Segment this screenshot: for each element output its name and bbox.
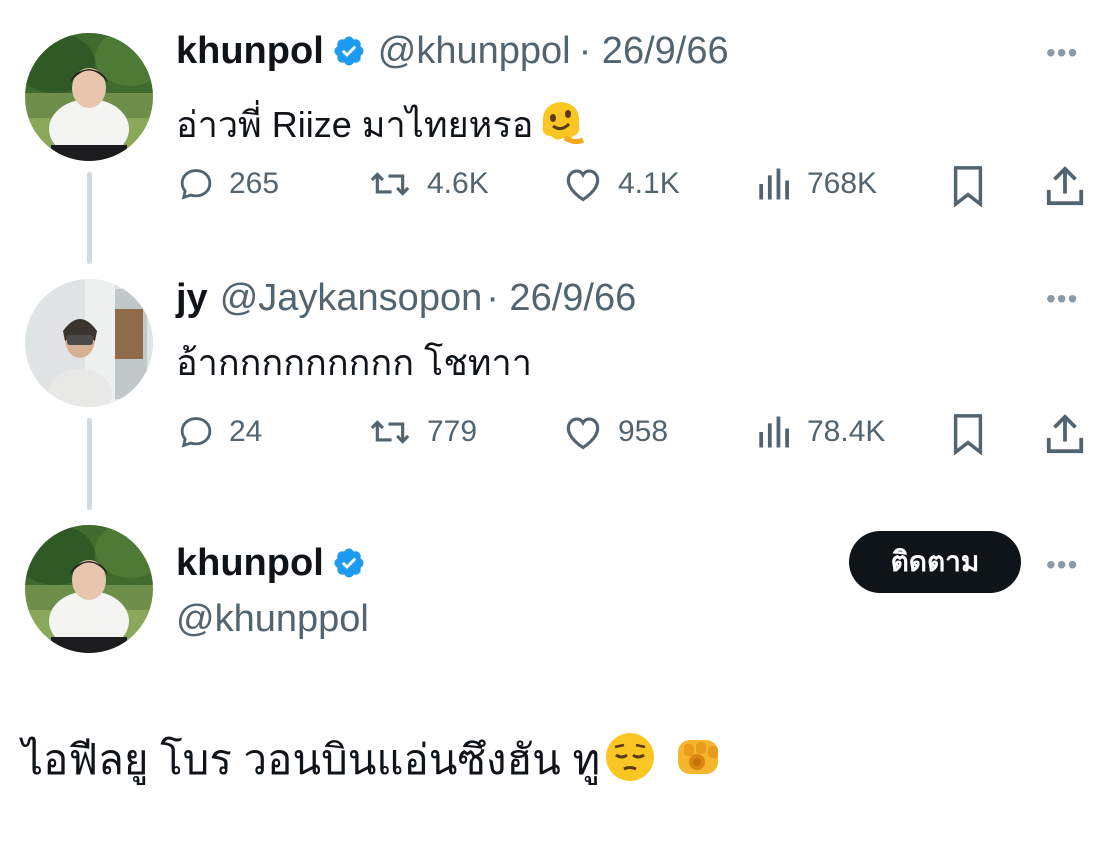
thread-line	[87, 172, 92, 264]
display-name[interactable]: khunpol	[176, 28, 324, 74]
pointing-at-viewer-emoji-icon	[670, 728, 728, 791]
tweet-text: อ้ากกกกกกกกก โชทาา	[176, 342, 532, 383]
melting-face-emoji-icon	[535, 94, 587, 156]
avatar[interactable]	[25, 33, 153, 161]
tweet-header: jy @Jaykansopon · 26/9/66	[176, 275, 636, 321]
retweet-count: 779	[427, 415, 478, 448]
pensive-face-emoji-icon	[602, 729, 658, 790]
tweet-text: อ่าวพี่ Riize มาไทยหรอ	[176, 104, 534, 145]
avatar[interactable]	[25, 525, 153, 653]
reply-count: 265	[229, 167, 280, 200]
display-name[interactable]: khunpol	[176, 540, 324, 586]
tweet-body: ไอฟีลยู โบร วอนบินแอ่นซึงฮัน ทู	[22, 728, 728, 791]
tweet-header: khunpol @khunppol · 26/9/66	[176, 28, 729, 74]
user-name-row: khunpol	[176, 540, 366, 586]
reply-count: 24	[229, 415, 263, 448]
views-count: 78.4K	[807, 415, 886, 448]
follow-button[interactable]: ติดตาม	[849, 531, 1021, 593]
views-count: 768K	[807, 167, 878, 200]
tweet-date[interactable]: · 26/9/66	[579, 28, 729, 74]
more-options-icon[interactable]: •••	[1046, 550, 1078, 580]
user-handle[interactable]: @khunppol	[176, 596, 369, 642]
user-handle[interactable]: @Jaykansopon	[220, 275, 483, 321]
tweet-date[interactable]: · 26/9/66	[486, 275, 636, 321]
retweet-button[interactable]: 4.6K	[367, 165, 489, 203]
bookmark-icon[interactable]	[948, 165, 988, 212]
retweet-count: 4.6K	[427, 167, 489, 200]
verified-badge-icon	[332, 546, 366, 580]
verified-badge-icon	[332, 34, 366, 68]
more-options-icon[interactable]: •••	[1046, 38, 1078, 68]
share-icon[interactable]	[1044, 413, 1086, 460]
reply-button[interactable]: 24	[177, 413, 262, 451]
bookmark-icon[interactable]	[948, 413, 988, 460]
share-icon[interactable]	[1044, 165, 1086, 212]
like-button[interactable]: 4.1K	[562, 165, 680, 203]
more-options-icon[interactable]: •••	[1046, 284, 1078, 314]
retweet-button[interactable]: 779	[367, 413, 477, 451]
user-handle[interactable]: @khunppol	[378, 28, 571, 74]
like-count: 958	[618, 415, 669, 448]
reply-button[interactable]: 265	[177, 165, 279, 203]
like-button[interactable]: 958	[562, 413, 668, 451]
thread-line	[87, 418, 92, 510]
avatar[interactable]	[25, 279, 153, 407]
views-button[interactable]: 768K	[757, 165, 877, 203]
views-button[interactable]: 78.4K	[757, 413, 885, 451]
like-count: 4.1K	[618, 167, 680, 200]
tweet-body: อ่าวพี่ Riize มาไทยหรอ	[176, 94, 587, 156]
display-name[interactable]: jy	[176, 275, 208, 321]
tweet-text: ไอฟีลยู โบร วอนบินแอ่นซึงฮัน ทู	[22, 735, 601, 783]
